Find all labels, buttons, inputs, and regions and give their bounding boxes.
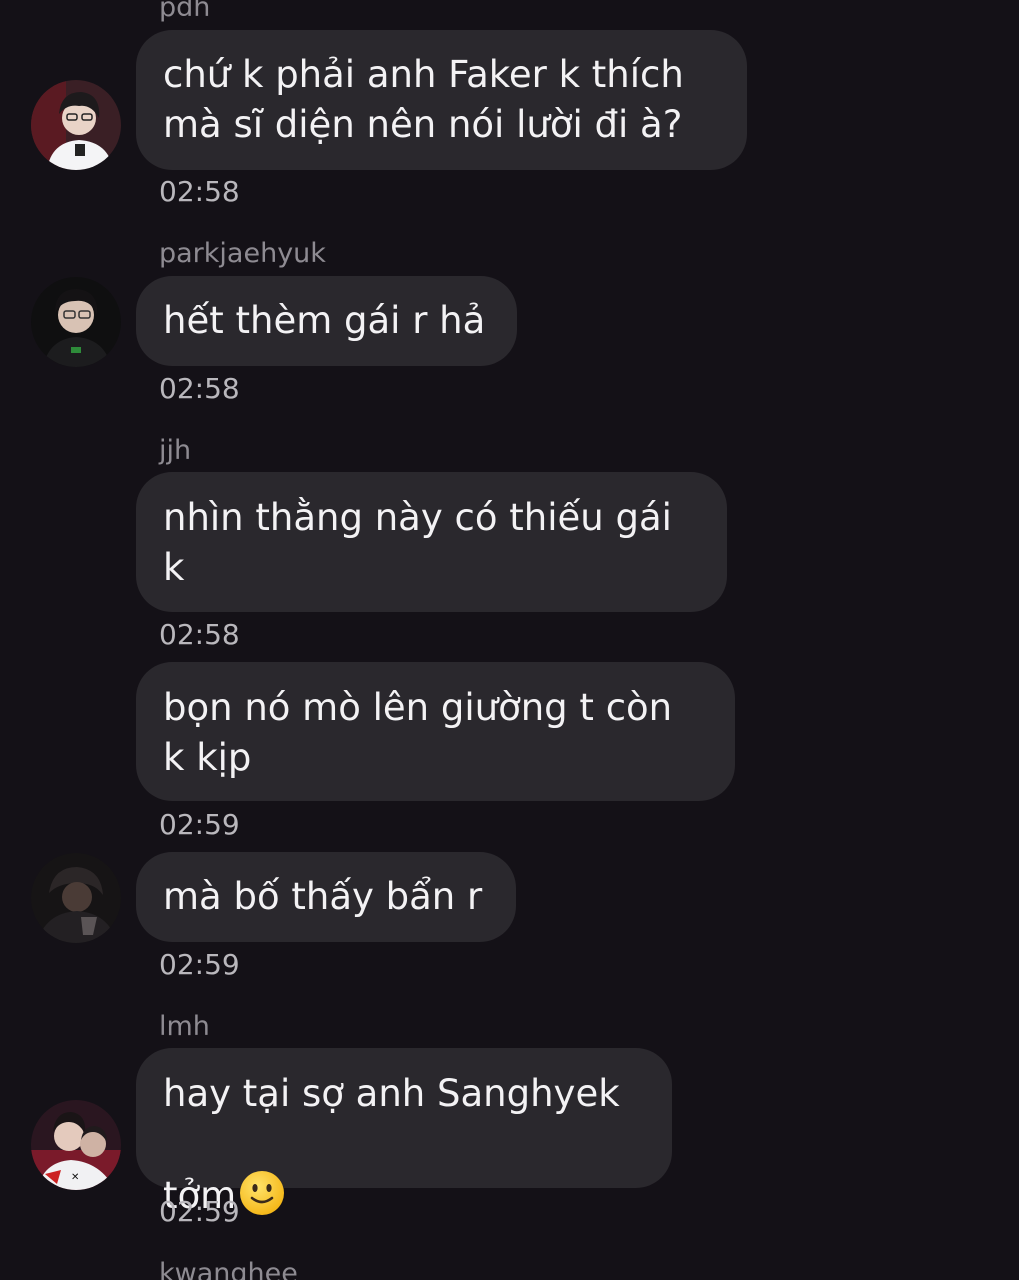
message-text: bọn nó mò lên giường t còn k kịp [163,686,673,779]
sender-name: pdh [159,0,211,23]
user-photo-icon [31,853,121,943]
message-bubble[interactable]: hết thèm gái r hả [136,276,517,366]
user-photo-icon: ✕ [31,1100,121,1190]
sender-name: kwanghee [159,1258,298,1280]
message-bubble[interactable]: chứ k phải anh Faker k thích mà sĩ diện … [136,30,747,170]
message-time: 02:58 [159,372,240,405]
user-photo-icon [31,277,121,367]
avatar-parkjaehyuk[interactable] [31,277,121,367]
message-text: nhìn thằng này có thiếu gái k [163,496,672,589]
message-time: 02:59 [159,948,240,981]
slightly-smiling-face-icon [238,1119,286,1215]
message-bubble[interactable]: bọn nó mò lên giường t còn k kịp [136,662,735,801]
message-bubble[interactable]: mà bố thấy bẩn r [136,852,516,942]
message-time: 02:58 [159,618,240,651]
sender-name: lmh [159,1011,210,1042]
avatar-jjh[interactable] [31,853,121,943]
user-photo-icon [31,80,121,170]
avatar-pdh[interactable] [31,80,121,170]
sender-name: jjh [159,435,192,466]
message-text: mà bố thấy bẩn r [163,875,483,918]
message-text: chứ k phải anh Faker k thích mà sĩ diện … [163,53,684,146]
message-bubble[interactable]: nhìn thằng này có thiếu gái k [136,472,727,612]
message-time: 02:58 [159,175,240,208]
message-time: 02:59 [159,1195,240,1228]
message-bubble[interactable]: hay tại sợ anh Sanghyek tởm [136,1048,672,1217]
message-text: hết thèm gái r hả [163,299,486,342]
svg-text:✕: ✕ [71,1172,79,1183]
sender-name: parkjaehyuk [159,238,326,269]
message-time: 02:59 [159,808,240,841]
avatar-lmh[interactable]: ✕ [31,1100,121,1190]
